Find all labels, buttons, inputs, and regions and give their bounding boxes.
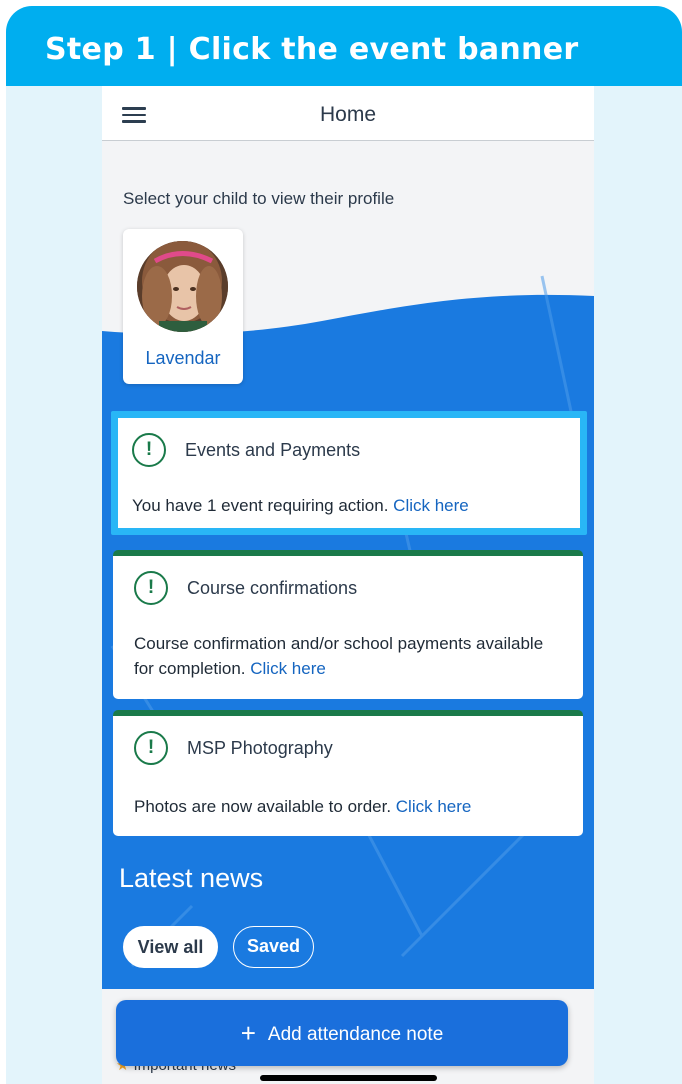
child-profile-card[interactable]: Lavendar bbox=[123, 229, 243, 384]
add-attendance-note-button[interactable]: + Add attendance note bbox=[116, 1000, 568, 1066]
exclamation-circle-icon: ! bbox=[134, 571, 168, 605]
plus-icon: + bbox=[240, 1018, 256, 1048]
tab-view-all[interactable]: View all bbox=[123, 926, 218, 968]
tab-saved[interactable]: Saved bbox=[233, 926, 314, 968]
exclamation-circle-icon: ! bbox=[132, 433, 166, 467]
app-bar: Home bbox=[102, 86, 594, 141]
tutorial-frame: Step 1 | Click the event banner Home Sel… bbox=[6, 6, 682, 1084]
click-here-link[interactable]: Click here bbox=[250, 659, 326, 678]
step-title: Step 1 | Click the event banner bbox=[45, 32, 579, 67]
click-here-link[interactable]: Click here bbox=[393, 496, 469, 515]
card-title: Events and Payments bbox=[185, 440, 361, 460]
appbar-title: Home bbox=[319, 103, 377, 126]
child-avatar bbox=[137, 241, 228, 332]
card-text: You have 1 event requiring action. Click… bbox=[132, 496, 469, 515]
child-name[interactable]: Lavendar bbox=[123, 348, 243, 369]
msp-photography-card[interactable]: ! MSP Photography Photos are now availab… bbox=[113, 710, 583, 836]
card-text: Course confirmation and/or school paymen… bbox=[134, 634, 544, 678]
step-header: Step 1 | Click the event banner bbox=[6, 6, 682, 86]
home-indicator bbox=[260, 1075, 437, 1081]
card-title: Course confirmations bbox=[187, 578, 358, 598]
course-confirmations-card[interactable]: ! Course confirmations Course confirmati… bbox=[113, 550, 583, 699]
attendance-label: Add attendance note bbox=[267, 1024, 444, 1045]
phone-screen: Home Select your child to view their pro… bbox=[102, 86, 594, 1084]
events-payments-card[interactable]: ! Events and Payments You have 1 event r… bbox=[111, 411, 587, 535]
card-text: Photos are now available to order. Click… bbox=[134, 797, 472, 816]
latest-news-heading: Latest news bbox=[119, 863, 264, 893]
select-child-prompt: Select your child to view their profile bbox=[123, 189, 395, 208]
exclamation-circle-icon: ! bbox=[134, 731, 168, 765]
card-title: MSP Photography bbox=[187, 738, 333, 758]
click-here-link[interactable]: Click here bbox=[396, 797, 472, 816]
